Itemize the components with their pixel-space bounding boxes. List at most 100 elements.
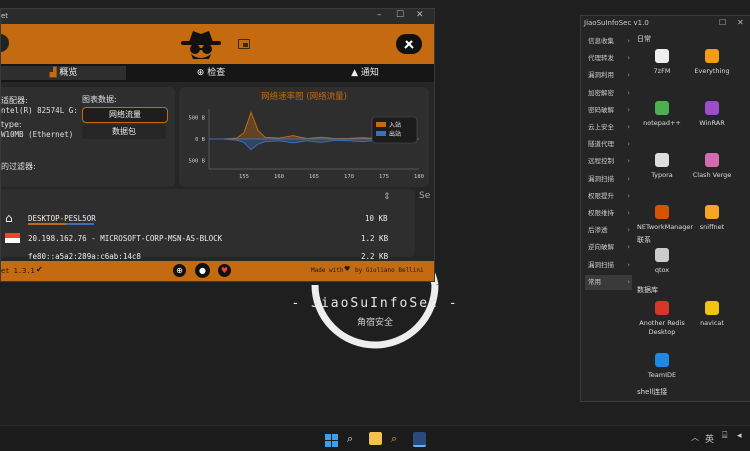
table-row[interactable]: 20.198.162.76 - MICROSOFT-CORP-MSN-AS-BL… bbox=[1, 231, 405, 247]
category-item[interactable]: 权限提升 › bbox=[585, 189, 632, 204]
app-label: EV bbox=[737, 119, 750, 128]
app-tile[interactable]: db bbox=[737, 301, 750, 328]
chevron-up-icon[interactable]: ︿ bbox=[691, 432, 699, 443]
globe-icon[interactable]: ⊕ bbox=[173, 264, 186, 277]
app-tile[interactable]: qtox bbox=[637, 248, 687, 275]
y-tick-label: 0 B bbox=[195, 137, 206, 143]
table-row[interactable]: ⌂ DESKTOP-PESL5OR 10 KB bbox=[1, 211, 405, 227]
app-tile[interactable]: EV bbox=[737, 101, 750, 128]
app-tile[interactable]: NETworkManager bbox=[637, 205, 693, 232]
everything-icon[interactable]: ⌕ bbox=[391, 432, 404, 445]
legend-box bbox=[371, 116, 418, 144]
volume-icon[interactable]: ◂ bbox=[737, 431, 742, 441]
search-icon[interactable]: ⌕ bbox=[347, 432, 360, 445]
github-icon[interactable]: ● bbox=[195, 263, 210, 278]
tab-inspect-label: 检查 bbox=[207, 68, 226, 78]
7zip-icon bbox=[655, 49, 669, 63]
category-label: 加密解密 bbox=[588, 88, 614, 97]
traffic-button[interactable]: 网络流量 bbox=[82, 107, 168, 123]
sniffnet-icon bbox=[705, 205, 719, 219]
windows-start-icon[interactable] bbox=[325, 432, 338, 447]
app-label: Clash Verge bbox=[692, 171, 732, 179]
category-item[interactable]: 代理转发 › bbox=[585, 51, 632, 66]
app-tile[interactable]: sniffnet bbox=[687, 205, 737, 232]
category-item[interactable]: 权限维持 › bbox=[585, 206, 632, 221]
category-item[interactable]: 漏洞扫描 › bbox=[585, 172, 632, 187]
category-item[interactable]: 隧道代理 › bbox=[585, 137, 632, 152]
sniffnet-window: et – ☐ ✕ ▟ 概览 ⊕ 检查 ▲ 通知 适配器: ntel(R) 825… bbox=[0, 8, 435, 282]
app-tile[interactable]: WinRAR bbox=[687, 101, 737, 128]
row-size: 1.2 KB bbox=[361, 234, 389, 243]
maximize-icon[interactable]: ☐ bbox=[396, 10, 404, 20]
sort-icon[interactable]: ⇕ bbox=[383, 192, 391, 202]
app-tile[interactable]: Micro bbox=[737, 49, 750, 76]
tab-inspect[interactable]: ⊕ 检查 bbox=[141, 66, 281, 80]
app-tile[interactable]: Another Redis Desktop bbox=[637, 301, 687, 337]
category-item[interactable]: 密码破解 › bbox=[585, 103, 632, 118]
category-label: 信息收集 bbox=[588, 37, 614, 45]
jiaosu-tool-window: JiaoSuInfoSec v1.0 ☐ ✕ 信息收集 › 代理转发 › 漏洞利用 › 加密… bbox=[580, 15, 750, 402]
tab-notifications[interactable]: ▲ 通知 bbox=[296, 66, 434, 80]
category-item[interactable]: 加密解密 › bbox=[585, 86, 632, 101]
app-tile[interactable]: Clash Verge bbox=[687, 153, 737, 180]
category-item[interactable]: 常用 › bbox=[585, 274, 632, 290]
search-icon bbox=[705, 49, 719, 63]
app-label: Everything bbox=[694, 67, 730, 75]
category-label: 密码破解 bbox=[588, 105, 614, 114]
qtox-icon bbox=[655, 248, 669, 262]
link-type-label: type: bbox=[1, 120, 22, 129]
chevron-right-icon: › bbox=[627, 277, 630, 286]
settings-button[interactable] bbox=[396, 34, 422, 54]
jiaosu-taskbar-icon[interactable] bbox=[413, 432, 426, 447]
category-item[interactable]: 逆向破解 › bbox=[585, 240, 632, 255]
picture-in-picture-icon[interactable] bbox=[238, 39, 250, 49]
tab-overview[interactable]: ▟ 概览 bbox=[1, 66, 126, 80]
app-label: TeamIDE bbox=[647, 371, 677, 379]
network-icon[interactable]: ⌸ bbox=[722, 431, 727, 441]
tab-overview-label: 概览 bbox=[59, 68, 78, 78]
sniffnet-logo-icon bbox=[181, 31, 221, 59]
close-icon[interactable]: ✕ bbox=[416, 10, 424, 20]
connections-panel: ⇕ ⌂ DESKTOP-PESL5OR 10 KB 20.198.162.76 … bbox=[1, 189, 415, 261]
tools-icon bbox=[404, 40, 414, 49]
category-item[interactable]: 云上安全 › bbox=[585, 120, 632, 135]
category-item[interactable]: 远程控制 › bbox=[585, 154, 632, 169]
section-contact: 联系 bbox=[637, 236, 651, 244]
app-tile[interactable]: notepad++ bbox=[637, 101, 687, 128]
minimize-icon[interactable]: – bbox=[377, 10, 382, 20]
navicat-icon bbox=[705, 301, 719, 315]
x-tick-label: 165 bbox=[309, 174, 319, 180]
category-item[interactable]: 漏洞扫描 › bbox=[585, 258, 632, 273]
maximize-icon[interactable]: ☐ bbox=[719, 18, 726, 27]
chevron-right-icon: › bbox=[627, 37, 630, 45]
app-tile[interactable]: TeamIDE bbox=[637, 353, 687, 380]
section-daily: 日常 bbox=[637, 35, 651, 43]
typora-icon bbox=[655, 153, 669, 167]
author-label: by Giuliano Bellini bbox=[355, 267, 424, 274]
app-tile[interactable]: navicat bbox=[687, 301, 737, 328]
close-icon[interactable]: ✕ bbox=[737, 18, 744, 27]
category-item[interactable]: 漏洞利用 › bbox=[585, 68, 632, 83]
file-explorer-icon[interactable] bbox=[369, 432, 382, 445]
app-label: qtox bbox=[654, 266, 670, 274]
sponsor-heart-icon[interactable]: ♥ bbox=[218, 264, 231, 277]
back-button[interactable] bbox=[1, 34, 9, 52]
network-rate-chart: 网络速率图 (网络流量) 500 B 0 B 500 B 155 160 165 170 175… bbox=[188, 91, 424, 180]
ime-indicator[interactable]: 英 bbox=[705, 432, 714, 445]
redis-icon bbox=[655, 301, 669, 315]
chevron-right-icon: › bbox=[627, 157, 630, 166]
chevron-right-icon: › bbox=[627, 105, 630, 114]
app-tile[interactable]: Open bbox=[737, 153, 750, 180]
app-tile[interactable]: Typora bbox=[637, 153, 687, 180]
out-bar bbox=[66, 223, 94, 225]
category-item[interactable]: 信息收集 › bbox=[585, 34, 632, 49]
row-name: DESKTOP-PESL5OR bbox=[28, 214, 96, 223]
packets-button[interactable]: 数据包 bbox=[82, 125, 166, 139]
app-label: db bbox=[737, 319, 750, 328]
bell-icon: ▲ bbox=[351, 68, 359, 78]
category-item[interactable]: 后渗透 › bbox=[585, 223, 632, 238]
app-tile[interactable]: Everything bbox=[687, 49, 737, 76]
y-tick-label: 500 B bbox=[188, 116, 205, 122]
app-tile[interactable]: Wi bbox=[737, 205, 750, 232]
app-tile[interactable]: 7zFM bbox=[637, 49, 687, 76]
